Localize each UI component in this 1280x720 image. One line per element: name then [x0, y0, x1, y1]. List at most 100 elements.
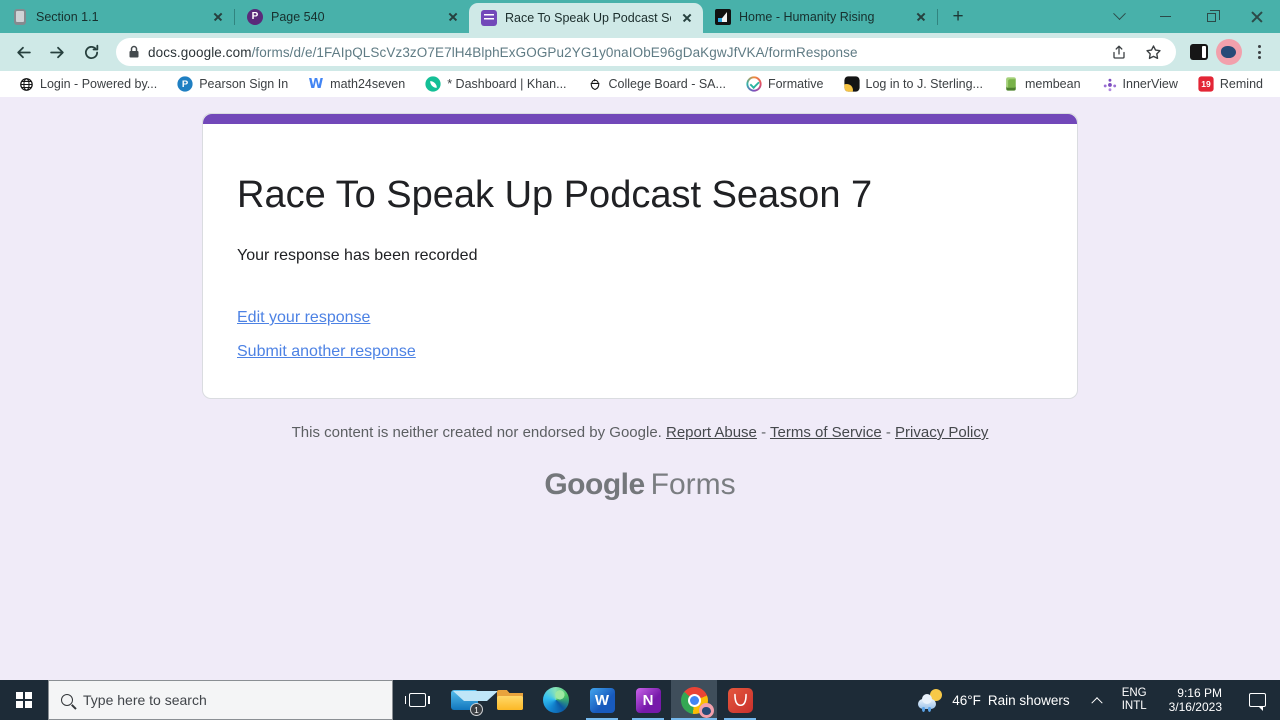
bookmark-innerview[interactable]: InnerView: [1093, 74, 1186, 94]
close-tab-icon[interactable]: [210, 9, 226, 25]
notification-icon: [1248, 693, 1266, 711]
pearson-icon: P: [247, 8, 263, 25]
globe-icon: [18, 76, 33, 91]
back-button[interactable]: [8, 37, 38, 67]
file-explorer-icon: [497, 690, 523, 710]
share-icon[interactable]: [1106, 39, 1132, 65]
taskbar-app-edge[interactable]: [533, 680, 579, 720]
task-view-icon: [404, 693, 430, 707]
action-center-button[interactable]: [1234, 680, 1280, 720]
windows-taskbar: Type here to search 1 W N 46°F Rain show…: [0, 680, 1280, 720]
form-title: Race To Speak Up Podcast Season 7: [237, 174, 873, 216]
bookmarks-overflow-chevron[interactable]: »: [1275, 75, 1280, 93]
rain-showers-icon: [918, 689, 944, 712]
terms-of-service-link[interactable]: Terms of Service: [770, 424, 882, 441]
taskbar-app-onenote[interactable]: N: [625, 680, 671, 720]
bookmark-math24seven[interactable]: W math24seven: [300, 74, 413, 94]
new-tab-button[interactable]: +: [944, 3, 972, 31]
address-bar[interactable]: docs.google.com/forms/d/e/1FAIpQLScVz3zO…: [116, 38, 1176, 66]
url-text: docs.google.com/forms/d/e/1FAIpQLScVz3zO…: [148, 44, 858, 60]
khan-academy-leaf-icon: [425, 76, 441, 92]
chrome-profile-badge: [699, 703, 714, 718]
close-tab-icon[interactable]: [913, 9, 929, 25]
weather-temp: 46°F: [952, 692, 981, 708]
browser-toolbar: docs.google.com/forms/d/e/1FAIpQLScVz3zO…: [0, 33, 1280, 71]
disclaimer-text: This content is neither created nor endo…: [291, 424, 662, 441]
tab-title: Home - Humanity Rising: [739, 9, 875, 24]
form-theme-bar: [203, 114, 1077, 124]
tab-title: Page 540: [271, 9, 325, 24]
j-sterling-icon: [843, 76, 860, 92]
onenote-icon: N: [635, 687, 661, 713]
tab-title: Section 1.1: [36, 9, 99, 24]
innerview-dots-icon: [1101, 76, 1116, 91]
pearson-icon: P: [177, 76, 193, 92]
bookmark-remind[interactable]: 19 Remind: [1190, 74, 1271, 94]
taskbar-app-file-explorer[interactable]: [487, 680, 533, 720]
browser-menu-icon[interactable]: [1246, 39, 1272, 65]
search-icon: [61, 694, 73, 706]
clock[interactable]: 9:16 PM 3/16/2023: [1157, 680, 1234, 720]
show-hidden-icons-button[interactable]: [1082, 680, 1112, 720]
taskbar-system-tray: 46°F Rain showers ENG INTL 9:16 PM 3/16/…: [906, 680, 1280, 720]
bookmarks-bar: Login - Powered by... P Pearson Sign In …: [0, 71, 1280, 97]
privacy-policy-link[interactable]: Privacy Policy: [895, 424, 988, 441]
taskbar-app-desmos[interactable]: [717, 680, 763, 720]
tab-race-to-speak-up-active[interactable]: Race To Speak Up Podcast Seaso: [469, 3, 703, 33]
windows-logo-icon: [16, 692, 32, 708]
start-button[interactable]: [0, 680, 48, 720]
close-window-button[interactable]: [1234, 0, 1280, 33]
tab-search-chevron-icon[interactable]: [1096, 0, 1142, 33]
bookmark-college-board[interactable]: College Board - SA...: [579, 74, 734, 94]
edge-icon: [543, 687, 569, 713]
mail-notification-badge: 1: [470, 703, 483, 716]
tab-section-1-1[interactable]: Section 1.1: [0, 0, 234, 33]
window-controls: [1096, 0, 1280, 33]
desktop-screen: Section 1.1 P Page 540 Race To Speak Up …: [0, 0, 1280, 720]
word-icon: W: [589, 687, 615, 713]
tab-humanity-rising[interactable]: Home - Humanity Rising: [703, 0, 937, 33]
tab-page-540[interactable]: P Page 540: [235, 0, 469, 33]
taskbar-app-chrome[interactable]: [671, 680, 717, 720]
tab-separator: [937, 9, 938, 25]
tab-title: Race To Speak Up Podcast Seaso: [505, 11, 671, 25]
weather-widget[interactable]: 46°F Rain showers: [906, 680, 1081, 720]
submit-another-response-link[interactable]: Submit another response: [237, 343, 416, 361]
remind-badge-icon: 19: [1198, 76, 1214, 92]
edit-response-link[interactable]: Edit your response: [237, 309, 370, 327]
browser-tab-strip: Section 1.1 P Page 540 Race To Speak Up …: [0, 0, 1280, 33]
formative-check-icon: [746, 76, 762, 92]
humanity-rising-icon: [715, 8, 731, 25]
chevron-up-icon: [1091, 697, 1103, 709]
close-tab-icon[interactable]: [679, 10, 695, 26]
taskbar-app-mail[interactable]: 1: [441, 680, 498, 720]
bookmark-formative[interactable]: Formative: [738, 74, 832, 94]
restore-button[interactable]: [1188, 0, 1234, 33]
bookmark-pearson-sign-in[interactable]: P Pearson Sign In: [169, 74, 296, 94]
minimize-button[interactable]: [1142, 0, 1188, 33]
google-forms-logo: Google Forms: [544, 468, 736, 501]
forward-button[interactable]: [42, 37, 72, 67]
acorn-icon: [587, 76, 602, 91]
bookmark-login-powered-by[interactable]: Login - Powered by...: [10, 74, 165, 94]
side-panel-icon[interactable]: [1186, 39, 1212, 65]
desmos-icon: [727, 687, 753, 713]
bookmark-star-icon[interactable]: [1140, 39, 1166, 65]
taskbar-app-word[interactable]: W: [579, 680, 625, 720]
close-tab-icon[interactable]: [445, 9, 461, 25]
form-response-page: Race To Speak Up Podcast Season 7 Your r…: [0, 97, 1280, 680]
report-abuse-link[interactable]: Report Abuse: [666, 424, 757, 441]
forms-disclaimer: This content is neither created nor endo…: [291, 424, 989, 441]
form-status-text: Your response has been recorded: [237, 247, 478, 264]
bookmark-j-sterling[interactable]: Log in to J. Sterling...: [836, 74, 991, 94]
task-view-button[interactable]: [393, 680, 441, 720]
date: 3/16/2023: [1168, 700, 1222, 714]
taskbar-search-box[interactable]: Type here to search: [48, 680, 393, 720]
bookmark-khan-dashboard[interactable]: * Dashboard | Khan...: [417, 74, 574, 94]
bookmark-membean[interactable]: membean: [995, 74, 1089, 94]
language-indicator[interactable]: ENG INTL: [1112, 680, 1157, 720]
google-forms-icon: [481, 10, 497, 26]
reload-button[interactable]: [76, 37, 106, 67]
lock-icon: [129, 45, 139, 58]
profile-avatar[interactable]: [1216, 39, 1242, 65]
